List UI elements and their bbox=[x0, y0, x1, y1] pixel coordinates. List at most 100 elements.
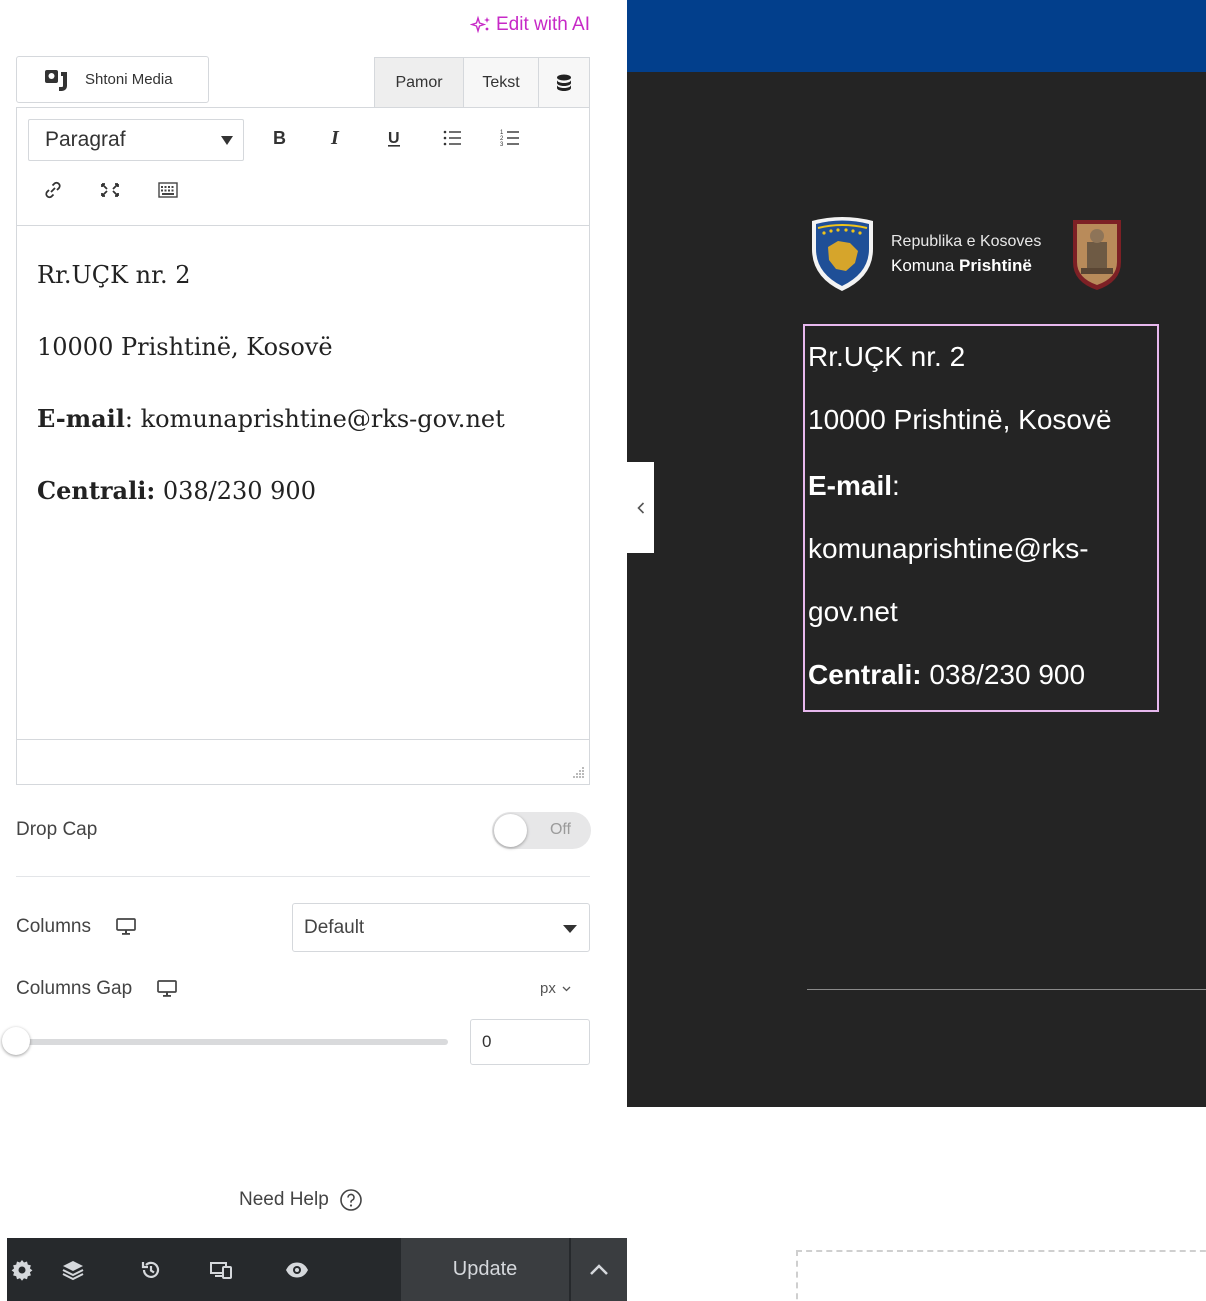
brand-line-2: Komuna Prishtinë bbox=[891, 253, 1041, 278]
unit-select[interactable]: px bbox=[540, 980, 571, 997]
brand-line-1: Republika e Kosoves bbox=[891, 232, 1042, 250]
preview-central-value: 038/230 900 bbox=[921, 659, 1086, 690]
sparkle-icon bbox=[470, 15, 490, 34]
drop-cap-toggle[interactable]: Off bbox=[492, 812, 591, 849]
preview-email-colon: : bbox=[892, 470, 900, 501]
kosovo-emblem-icon bbox=[812, 217, 873, 291]
empty-section-dropzone[interactable] bbox=[796, 1250, 1206, 1301]
wysiwyg-editor: Paragraf B I U 123 Rr.UÇK nr. 2 10000 Pr… bbox=[16, 107, 590, 785]
central-value: 038/230 900 bbox=[155, 477, 316, 505]
editor-toolbar: Paragraf B I U 123 bbox=[17, 108, 589, 226]
selected-widget-outline[interactable] bbox=[803, 324, 1159, 712]
preview-address-line: Rr.UÇK nr. 2 bbox=[808, 341, 966, 372]
add-media-button[interactable]: Shtoni Media bbox=[16, 56, 209, 103]
bold-icon: B bbox=[273, 128, 286, 148]
slider-handle[interactable] bbox=[2, 1027, 30, 1055]
columns-gap-label: Columns Gap bbox=[16, 978, 133, 999]
paragraph-format-value: Paragraf bbox=[45, 128, 126, 151]
chevron-down-icon bbox=[563, 925, 577, 933]
responsive-icon bbox=[210, 1261, 232, 1279]
brand-line-2a: Komuna bbox=[891, 255, 960, 275]
preview-central-line: Centrali: 038/230 900 bbox=[808, 659, 1085, 691]
settings-button[interactable] bbox=[7, 1238, 37, 1301]
need-help-link[interactable]: Need Help bbox=[239, 1188, 363, 1212]
panel-footer: Update bbox=[7, 1238, 627, 1301]
prishtina-crest-icon bbox=[1073, 220, 1122, 290]
link-icon bbox=[45, 181, 61, 199]
preview-city-line: 10000 Prishtinë, Kosovë bbox=[808, 404, 1112, 435]
underline-button[interactable]: U bbox=[377, 121, 411, 155]
preview-central-label: Centrali: bbox=[808, 659, 922, 690]
columns-gap-input[interactable]: 0 bbox=[470, 1019, 590, 1065]
columns-label: Columns bbox=[16, 916, 91, 937]
desktop-icon[interactable] bbox=[156, 979, 178, 999]
edit-with-ai-button[interactable]: Edit with AI bbox=[470, 14, 590, 36]
email-label: E-mail bbox=[37, 404, 125, 433]
save-options-button[interactable] bbox=[570, 1238, 627, 1301]
toggle-state-label: Off bbox=[549, 821, 571, 838]
keyboard-icon bbox=[158, 182, 178, 198]
page-preview: Republika e Kosoves Komuna Prishtinë Rr.… bbox=[627, 0, 1206, 1301]
paragraph-format-select[interactable]: Paragraf bbox=[28, 119, 244, 161]
eye-icon bbox=[286, 1262, 308, 1277]
dynamic-tags-button[interactable] bbox=[539, 58, 589, 108]
email-value: : komunaprishtine@rks-gov.net bbox=[124, 405, 505, 433]
columns-select[interactable]: Default bbox=[292, 903, 590, 952]
central-label: Centrali: bbox=[37, 476, 156, 505]
editor-statusbar bbox=[17, 739, 589, 784]
gear-icon bbox=[11, 1259, 33, 1281]
editor-content[interactable]: Rr.UÇK nr. 2 10000 Prishtinë, Kosovë E-m… bbox=[17, 226, 589, 574]
municipality-logo[interactable]: Republika e Kosoves Komuna Prishtinë bbox=[808, 215, 1125, 293]
preview-button[interactable] bbox=[249, 1238, 345, 1301]
footer-divider bbox=[807, 989, 1206, 990]
insert-link-button[interactable] bbox=[36, 173, 70, 207]
update-button[interactable]: Update bbox=[401, 1238, 569, 1301]
history-icon bbox=[141, 1261, 160, 1278]
italic-button[interactable]: I bbox=[319, 121, 353, 155]
tab-visual[interactable]: Pamor bbox=[375, 58, 464, 108]
fullscreen-button[interactable] bbox=[93, 173, 127, 207]
email-line: E-mail: komunaprishtine@rks-gov.net bbox=[37, 400, 569, 438]
svg-text:I: I bbox=[330, 127, 340, 149]
question-circle-icon bbox=[339, 1189, 362, 1211]
columns-row: Columns bbox=[16, 916, 137, 938]
svg-text:3: 3 bbox=[500, 142, 504, 148]
resize-handle-icon[interactable] bbox=[571, 765, 585, 779]
chevron-up-icon bbox=[590, 1263, 608, 1275]
brand-text: Republika e Kosoves Komuna Prishtinë bbox=[891, 231, 1041, 278]
database-icon bbox=[557, 74, 571, 91]
history-button[interactable] bbox=[109, 1238, 193, 1301]
desktop-icon[interactable] bbox=[115, 917, 137, 937]
preview-email-label: E-mail bbox=[808, 470, 893, 501]
edit-with-ai-label: Edit with AI bbox=[496, 14, 590, 35]
tab-text[interactable]: Tekst bbox=[464, 58, 539, 108]
svg-text:U: U bbox=[388, 130, 400, 147]
preview-email-label-line: E-mail: bbox=[808, 470, 900, 502]
toolbar-toggle-button[interactable] bbox=[151, 173, 185, 207]
brand-line-2b: Prishtinë bbox=[959, 255, 1032, 275]
chevron-down-icon bbox=[221, 136, 233, 145]
preview-email-part2: gov.net bbox=[808, 596, 898, 627]
collapse-panel-button[interactable] bbox=[627, 462, 654, 553]
numbered-list-button[interactable]: 123 bbox=[493, 121, 527, 155]
columns-gap-value: 0 bbox=[482, 1032, 492, 1051]
navigator-button[interactable] bbox=[37, 1238, 109, 1301]
chevron-left-icon bbox=[636, 501, 644, 514]
columns-gap-slider[interactable] bbox=[14, 1039, 448, 1045]
central-line: Centrali: 038/230 900 bbox=[37, 472, 569, 510]
add-media-label: Shtoni Media bbox=[85, 71, 173, 88]
drop-cap-label: Drop Cap bbox=[16, 819, 98, 840]
responsive-mode-button[interactable] bbox=[193, 1238, 249, 1301]
header-bar bbox=[627, 0, 1206, 72]
editor-panel: Edit with AI Shtoni Media Pamor Tekst Pa… bbox=[0, 0, 627, 1301]
columns-gap-row: Columns Gap bbox=[16, 978, 178, 1000]
chevron-down-icon bbox=[562, 986, 571, 991]
bold-button[interactable]: B bbox=[262, 121, 296, 155]
bullet-list-button[interactable] bbox=[435, 121, 469, 155]
drop-cap-row: Drop Cap bbox=[16, 819, 97, 841]
underline-icon: U bbox=[388, 130, 400, 147]
italic-icon: I bbox=[330, 127, 340, 149]
columns-select-value: Default bbox=[304, 916, 365, 938]
city-line: 10000 Prishtinë, Kosovë bbox=[37, 333, 333, 361]
layers-icon bbox=[62, 1260, 84, 1280]
